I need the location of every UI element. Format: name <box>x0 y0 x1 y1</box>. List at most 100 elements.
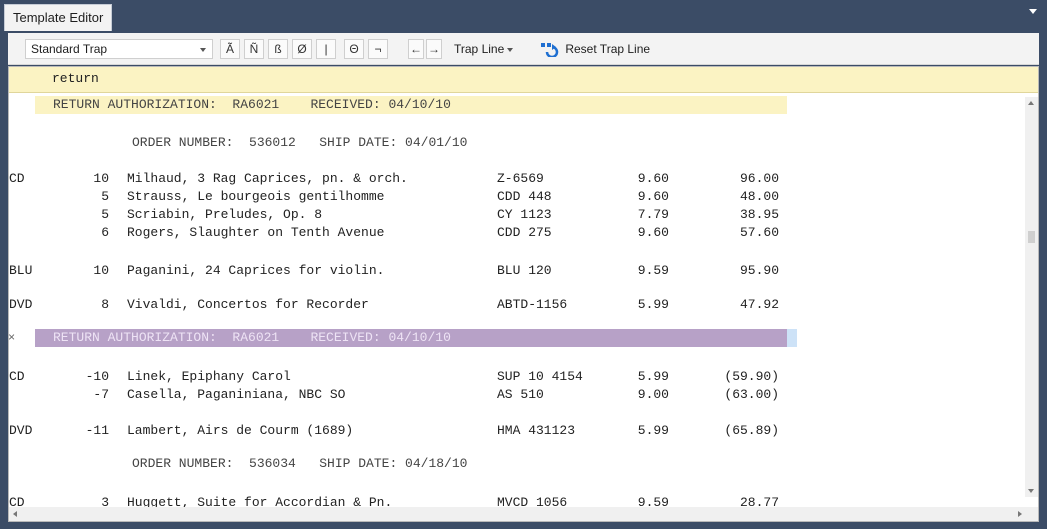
cell-total: 47.92 <box>739 297 779 312</box>
cell-code <box>9 224 49 242</box>
chevron-down-icon[interactable] <box>1029 9 1037 14</box>
trap-select-value: Standard Trap <box>31 42 108 56</box>
arrow-left-icon[interactable]: ← <box>408 39 424 59</box>
reset-trap-line-label: Reset Trap Line <box>565 42 651 56</box>
ra-header-1: RETURN AUTHORIZATION: RA6021 RECEIVED: 0… <box>53 97 451 112</box>
cell-qty: 8 <box>101 297 109 312</box>
cell-qty: 5 <box>101 189 109 204</box>
data-row: 5 Strauss, Le bourgeois gentilhomme CDD 44… <box>9 188 809 206</box>
cell-code: DVD <box>9 297 33 312</box>
cell-price: 9.59 <box>637 263 669 278</box>
cell-qty: 10 <box>93 263 109 278</box>
chevron-down-icon <box>507 47 514 52</box>
cell-cat: CDD 275 <box>497 225 552 240</box>
cell-total: (65.89) <box>724 423 779 438</box>
cell-desc: Strauss, Le bourgeois gentilhomme <box>127 189 385 204</box>
cell-total: 48.00 <box>739 189 779 204</box>
horizontal-scrollbar[interactable] <box>9 507 1038 521</box>
cell-total: 96.00 <box>739 171 779 186</box>
trap-line[interactable]: return <box>9 67 1038 93</box>
scroll-down-icon[interactable] <box>1028 489 1034 493</box>
cell-cat: CY 1123 <box>497 207 552 222</box>
chevron-down-icon <box>200 48 206 52</box>
trap-select[interactable]: Standard Trap <box>25 39 213 59</box>
insert-theta-button[interactable]: Θ <box>344 39 364 59</box>
cell-cat: Z-6569 <box>497 171 544 186</box>
data-row: 6 Rogers, Slaughter on Tenth Avenue CDD 27… <box>9 224 809 242</box>
cell-price: 5.99 <box>637 423 669 438</box>
cell-total: 38.95 <box>739 207 779 222</box>
data-row: BLU 10 Paganini, 24 Caprices for violin. BL… <box>9 262 809 280</box>
cell-price: 9.00 <box>637 387 669 402</box>
order-number-1: ORDER NUMBER: 536012 SHIP DATE: 04/01/10 <box>132 135 468 150</box>
trap-line-dropdown[interactable]: Trap Line <box>454 42 514 56</box>
cell-code: DVD <box>9 423 33 438</box>
trap-line-label: Trap Line <box>454 42 505 56</box>
tab-template-editor[interactable]: Template Editor <box>4 4 113 31</box>
trap-line-text: return <box>52 71 99 86</box>
tab-bar: Template Editor <box>0 0 1047 31</box>
data-row: -7 Casella, Paganiniana, NBC SO AS 510 9.00… <box>9 386 809 404</box>
arrow-right-icon[interactable]: → <box>426 39 442 59</box>
reset-trap-line-button[interactable]: Reset Trap Line <box>541 42 651 59</box>
cell-desc: Rogers, Slaughter on Tenth Avenue <box>127 225 385 240</box>
data-row: DVD 8 Vivaldi, Concertos for Recorder ABTD-… <box>9 296 809 314</box>
cell-total: (63.00) <box>724 387 779 402</box>
vertical-scrollbar[interactable] <box>1025 97 1038 497</box>
toolbar: Standard Trap Ã Ñ ß Ø | Θ ¬ ← → Trap Lin… <box>8 33 1039 65</box>
insert-o-slash-button[interactable]: Ø <box>292 39 312 59</box>
scroll-thumb[interactable] <box>1028 231 1035 243</box>
cell-price: 9.60 <box>637 189 669 204</box>
editor-pane[interactable]: return RETURN AUTHORIZATION: RA6021 RECE… <box>8 66 1039 522</box>
cell-qty: -7 <box>93 387 109 402</box>
cell-code <box>9 188 49 206</box>
cell-desc: Scriabin, Preludes, Op. 8 <box>127 207 323 222</box>
cell-code: CD <box>9 171 25 186</box>
cell-qty: -11 <box>85 423 109 438</box>
cell-desc: Lambert, Airs de Courm (1689) <box>127 423 354 438</box>
cell-code: CD <box>9 369 25 384</box>
cell-total: (59.90) <box>724 369 779 384</box>
cell-qty: 5 <box>101 207 109 222</box>
cell-qty: 6 <box>101 225 109 240</box>
data-row: CD 10 Milhaud, 3 Rag Caprices, pn. & orch.… <box>9 170 809 188</box>
insert-eszett-button[interactable]: ß <box>268 39 288 59</box>
scroll-up-icon[interactable] <box>1028 101 1034 105</box>
cell-price: 7.79 <box>637 207 669 222</box>
data-row: 5 Scriabin, Preludes, Op. 8 CY 1123 7.79 38.… <box>9 206 809 224</box>
cell-cat: HMA 431123 <box>497 423 576 438</box>
cell-total: 57.60 <box>739 225 779 240</box>
cell-cat: BLU 120 <box>497 263 552 278</box>
cell-qty: 10 <box>93 171 109 186</box>
template-editor-window: Template Editor Standard Trap Ã Ñ ß Ø | … <box>0 0 1047 529</box>
cell-code: BLU <box>9 263 33 278</box>
document-content[interactable]: RETURN AUTHORIZATION: RA6021 RECEIVED: 0… <box>9 96 1027 510</box>
scroll-right-icon[interactable] <box>1018 511 1022 517</box>
cell-cat: SUP 10 4154 <box>497 369 583 384</box>
cell-desc: Paganini, 24 Caprices for violin. <box>127 263 385 278</box>
reset-icon <box>541 42 559 59</box>
cell-code <box>9 206 49 224</box>
insert-n-tilde-button[interactable]: Ñ <box>244 39 264 59</box>
cell-cat: CDD 448 <box>497 189 552 204</box>
cell-price: 5.99 <box>637 369 669 384</box>
cell-price: 5.99 <box>637 297 669 312</box>
data-row: CD -10 Linek, Epiphany Carol SUP 10 4154 5.9… <box>9 368 809 386</box>
close-icon[interactable]: × <box>9 331 15 345</box>
data-row: DVD -11 Lambert, Airs de Courm (1689) HMA 4… <box>9 422 809 440</box>
cell-price: 9.60 <box>637 171 669 186</box>
cell-desc: Casella, Paganiniana, NBC SO <box>127 387 346 402</box>
cursor-marker <box>787 329 797 347</box>
insert-a-tilde-button[interactable]: Ã <box>220 39 240 59</box>
cell-price: 9.60 <box>637 225 669 240</box>
cell-desc: Milhaud, 3 Rag Caprices, pn. & orch. <box>127 171 408 186</box>
insert-not-button[interactable]: ¬ <box>368 39 388 59</box>
cell-total: 95.90 <box>739 263 779 278</box>
cell-cat: AS 510 <box>497 387 544 402</box>
order-number-2: ORDER NUMBER: 536034 SHIP DATE: 04/18/10 <box>132 456 468 471</box>
insert-pipe-button[interactable]: | <box>316 39 336 59</box>
cell-code <box>9 386 49 404</box>
scroll-left-icon[interactable] <box>13 511 17 517</box>
cell-qty: -10 <box>85 369 109 384</box>
cell-cat: ABTD-1156 <box>497 297 568 312</box>
